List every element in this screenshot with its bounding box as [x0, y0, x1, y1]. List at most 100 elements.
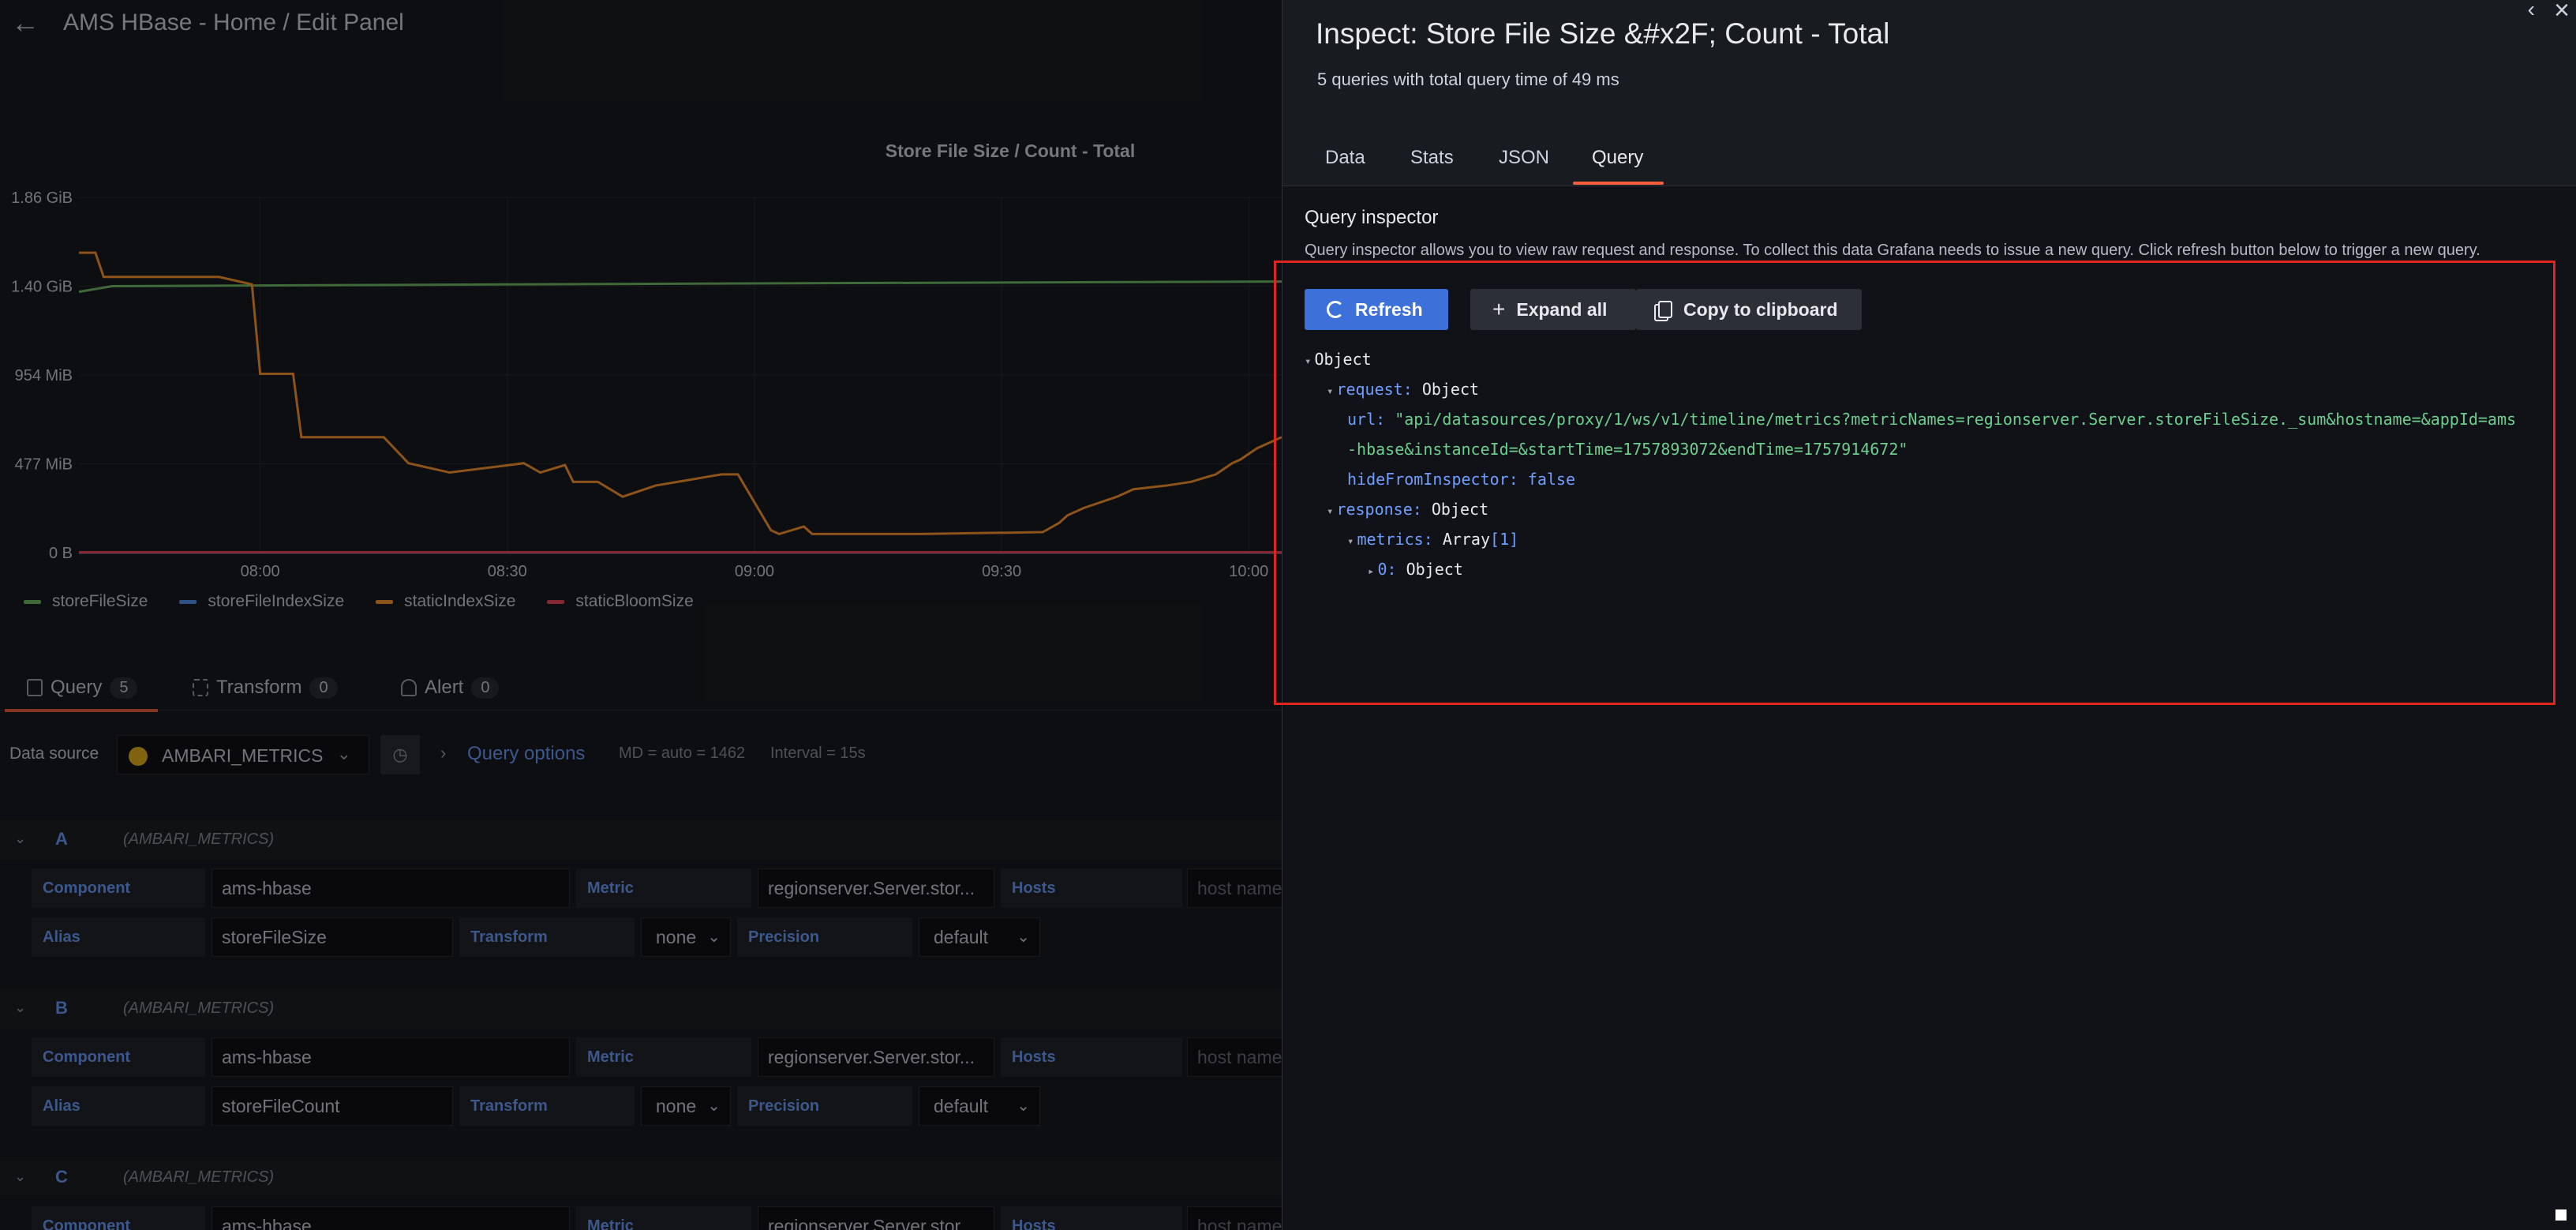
- tree-key: response:: [1336, 500, 1422, 519]
- hosts-label: Hosts: [1001, 868, 1182, 908]
- chevron-down-icon: ⌄: [336, 744, 351, 763]
- panel-editor: ← AMS HBase - Home / Edit Panel Store Fi…: [0, 0, 1282, 1230]
- legend-item[interactable]: staticIndexSize: [376, 592, 515, 611]
- precision-select[interactable]: default ⌄: [919, 1086, 1040, 1126]
- expand-all-button[interactable]: + Expand all: [1470, 289, 1636, 330]
- tree-node-item-0[interactable]: ▸ 0: Object: [1368, 554, 1463, 587]
- plus-icon: +: [1492, 297, 1506, 321]
- refresh-button[interactable]: Refresh: [1305, 289, 1448, 330]
- component-label: Component: [32, 1037, 205, 1077]
- tab-stats[interactable]: Stats: [1410, 147, 1454, 169]
- panel-title: Store File Size / Count - Total: [885, 141, 1136, 161]
- editor-tabs: Query 5 Transform 0 Alert 0: [0, 663, 1282, 712]
- resize-handle-icon[interactable]: [2555, 1209, 2567, 1221]
- precision-label: Precision: [737, 1086, 912, 1126]
- interval-info: Interval = 15s: [770, 744, 866, 762]
- chevron-right-icon[interactable]: ›: [440, 743, 446, 763]
- query-header-a[interactable]: ⌄ A (AMBARI_METRICS): [0, 819, 1282, 861]
- hosts-input[interactable]: host name: [1187, 1037, 1282, 1077]
- tab-data[interactable]: Data: [1325, 147, 1365, 169]
- copy-to-clipboard-button[interactable]: Copy to clipboard: [1636, 289, 1862, 330]
- component-input[interactable]: ams-hbase: [212, 1037, 570, 1077]
- y-tick-label: 1.86 GiB: [11, 189, 73, 207]
- tree-string: -hbase&instanceId=&startTime=1757893072&…: [1347, 440, 1908, 459]
- query-header-b[interactable]: ⌄ B (AMBARI_METRICS): [0, 988, 1282, 1029]
- alias-input[interactable]: storeFileCount: [212, 1086, 453, 1126]
- refresh-label: Refresh: [1355, 298, 1423, 320]
- query-b-row-2: Alias storeFileCount Transform none ⌄ Pre…: [0, 1086, 1282, 1131]
- alias-label: Alias: [32, 1086, 205, 1126]
- close-icon[interactable]: ×: [2554, 0, 2570, 26]
- tab-label: Alert: [425, 677, 464, 698]
- component-input[interactable]: ams-hbase: [212, 1206, 570, 1230]
- legend-label: storeFileIndexSize: [208, 592, 345, 610]
- chevron-down-icon[interactable]: ⌄: [14, 1168, 26, 1185]
- breadcrumb[interactable]: AMS HBase - Home / Edit Panel: [63, 9, 404, 36]
- precision-value: default: [934, 927, 989, 947]
- tree-string: "api/datasources/proxy/1/ws/v1/timeline/…: [1395, 410, 2517, 429]
- hosts-input[interactable]: host name: [1187, 868, 1282, 908]
- triangle-down-icon: ▾: [1305, 355, 1312, 368]
- back-arrow-icon[interactable]: ←: [11, 9, 43, 37]
- tab-label: Transform: [216, 677, 302, 698]
- datasource-label: Data source: [9, 744, 99, 763]
- precision-select[interactable]: default ⌄: [919, 917, 1040, 957]
- tree-node-request[interactable]: ▾ request: Object: [1327, 374, 1479, 407]
- drawer-title: Inspect: Store File Size &#x2F; Count - …: [1316, 17, 1890, 50]
- tree-node-url-cont: -hbase&instanceId=&startTime=1757893072&…: [1347, 434, 1908, 464]
- legend-item[interactable]: storeFileIndexSize: [179, 592, 344, 611]
- tree-node-response[interactable]: ▾ response: Object: [1327, 494, 1488, 527]
- tree-node-metrics[interactable]: ▾ metrics: Array[1]: [1347, 524, 1518, 557]
- tree-value: Array: [1442, 530, 1491, 549]
- component-label: Component: [32, 1206, 205, 1230]
- legend-swatch: [179, 599, 197, 604]
- legend-item[interactable]: storeFileSize: [24, 592, 148, 611]
- component-input[interactable]: ams-hbase: [212, 868, 570, 908]
- chevron-down-icon[interactable]: ⌄: [14, 999, 26, 1016]
- tab-query[interactable]: Query 5: [4, 671, 159, 712]
- tab-count-badge: 0: [309, 677, 338, 699]
- tab-query[interactable]: Query: [1572, 147, 1664, 185]
- metric-input[interactable]: regionserver.Server.stor...: [758, 1037, 994, 1077]
- legend-item[interactable]: staticBloomSize: [547, 592, 694, 611]
- tab-json[interactable]: JSON: [1499, 147, 1549, 169]
- tree-key: url:: [1347, 410, 1386, 429]
- metric-input[interactable]: regionserver.Server.stor...: [758, 1206, 994, 1230]
- chevron-down-icon[interactable]: ⌄: [14, 831, 26, 847]
- series-line-storeFileSize: [78, 280, 1282, 294]
- alias-label: Alias: [32, 917, 205, 957]
- tree-key: 0:: [1377, 560, 1397, 579]
- transform-label: Transform: [459, 917, 635, 957]
- query-options-toggle[interactable]: Query options: [467, 743, 585, 765]
- query-b-row-1: Component ams-hbase Metric regionserver.…: [0, 1037, 1282, 1082]
- tab-transform[interactable]: Transform 0: [193, 671, 338, 704]
- transform-label: Transform: [459, 1086, 635, 1126]
- tree-node-root[interactable]: ▾ Object: [1305, 344, 1372, 377]
- triangle-down-icon: ▾: [1327, 505, 1334, 518]
- collapse-icon[interactable]: ‹: [2528, 0, 2535, 22]
- copy-icon: [1658, 301, 1672, 318]
- transform-select[interactable]: none ⌄: [641, 1086, 731, 1126]
- tree-key: metrics:: [1357, 530, 1433, 549]
- hosts-label: Hosts: [1001, 1037, 1182, 1077]
- alias-input[interactable]: storeFileSize: [212, 917, 453, 957]
- datasource-name: AMBARI_METRICS: [162, 745, 324, 766]
- metric-input[interactable]: regionserver.Server.stor...: [758, 868, 994, 908]
- query-a-row-2: Alias storeFileSize Transform none ⌄ Prec…: [0, 917, 1282, 962]
- transform-select[interactable]: none ⌄: [641, 917, 731, 957]
- precision-label: Precision: [737, 917, 912, 957]
- chart-legend: storeFileSize storeFileIndexSize staticI…: [24, 592, 694, 611]
- x-tick-label: 08:00: [241, 563, 280, 580]
- precision-value: default: [934, 1096, 989, 1116]
- help-icon[interactable]: ◷: [380, 735, 420, 774]
- tree-bool: false: [1527, 470, 1576, 489]
- y-tick-label: 477 MiB: [15, 456, 73, 473]
- hosts-input[interactable]: host name: [1187, 1206, 1282, 1230]
- datasource-select[interactable]: AMBARI_METRICS ⌄: [117, 735, 369, 774]
- chevron-down-icon: ⌄: [1017, 928, 1030, 946]
- tab-alert[interactable]: Alert 0: [401, 671, 500, 704]
- query-header-c[interactable]: ⌄ C (AMBARI_METRICS): [0, 1157, 1282, 1198]
- time-series-chart: 1.86 GiB 1.40 GiB 954 MiB 477 MiB 0 B 08:00 08…: [11, 189, 1282, 580]
- x-tick-label: 08:30: [488, 563, 527, 580]
- tab-count-badge: 5: [110, 677, 138, 699]
